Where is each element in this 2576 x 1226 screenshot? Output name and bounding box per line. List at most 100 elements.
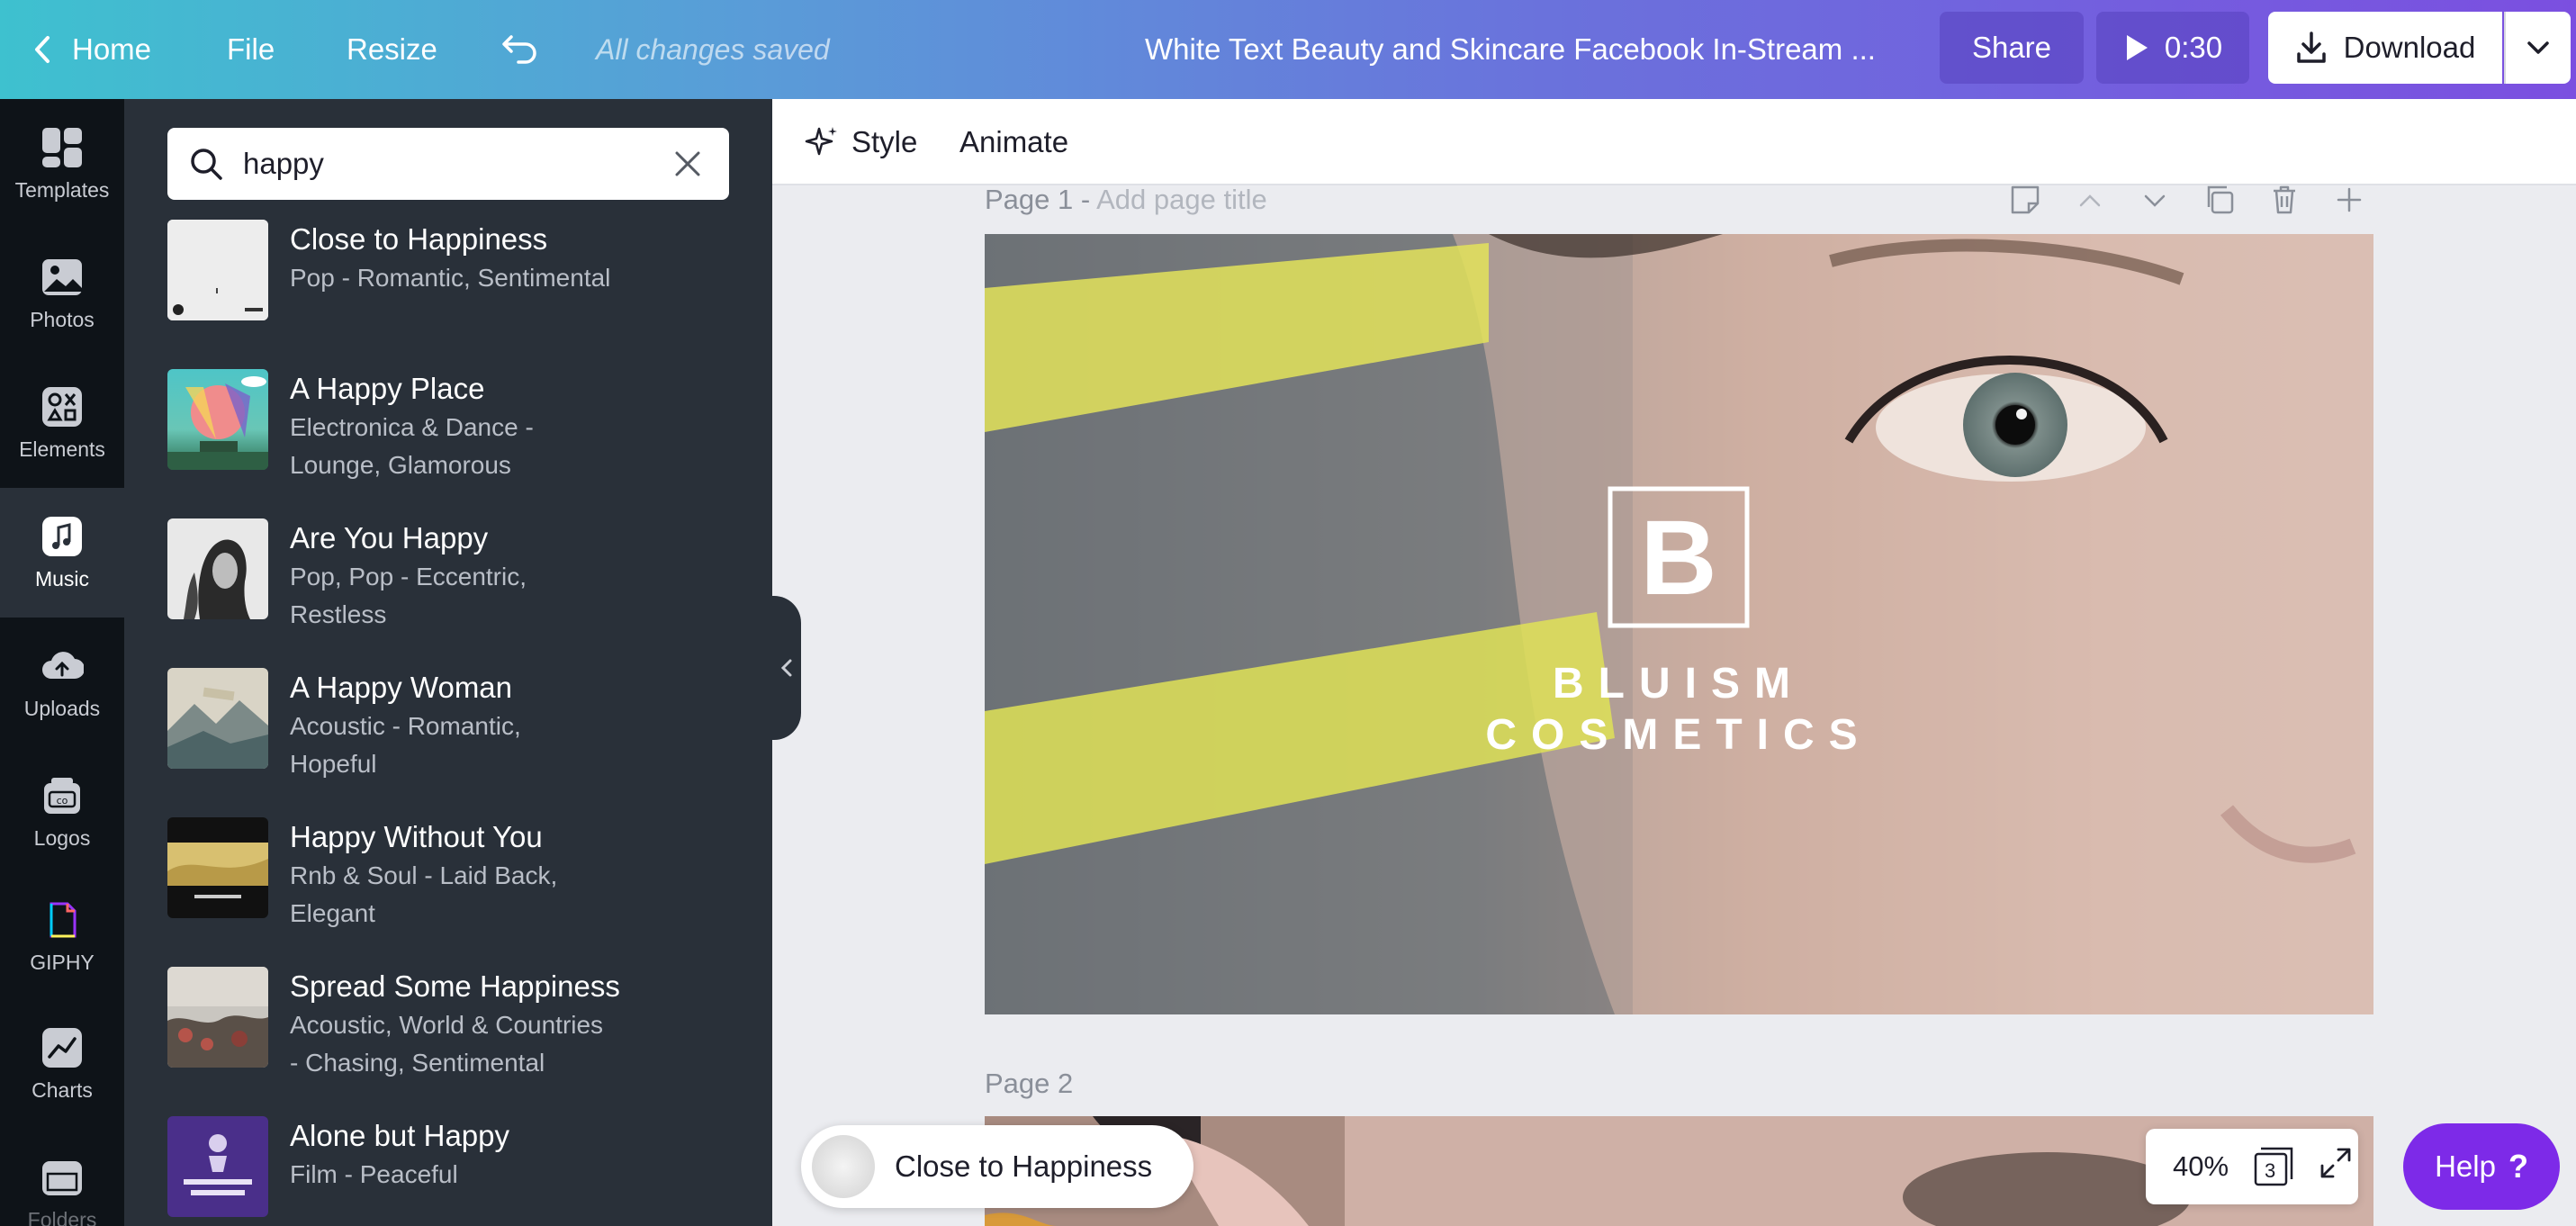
photos-icon: [41, 256, 84, 299]
album-thumbnail: [167, 369, 268, 470]
save-status: All changes saved: [596, 32, 830, 66]
music-track[interactable]: Happy Without You Rnb & Soul - Laid Back…: [167, 817, 725, 961]
page-1-canvas[interactable]: B BLUISM COSMETICS: [985, 234, 2373, 1014]
design-title[interactable]: White Text Beauty and Skincare Facebook …: [1145, 0, 1876, 99]
style-label: Style: [851, 125, 918, 158]
charts-icon: [41, 1026, 84, 1069]
collapse-panel-button[interactable]: [772, 596, 801, 740]
play-preview-button[interactable]: 0:30: [2096, 12, 2249, 84]
track-info: Are You Happy Pop, Pop - Eccentric, Rest…: [290, 518, 614, 663]
templates-icon: [41, 126, 84, 169]
track-info: Spread Some Happiness Acoustic, World & …: [290, 967, 620, 1111]
style-button[interactable]: Style: [805, 99, 917, 185]
rail-label: Photos: [30, 307, 95, 331]
rail-item-folders[interactable]: Folders: [0, 1129, 124, 1226]
expand-icon: [2320, 1148, 2351, 1178]
logos-icon: co: [41, 774, 84, 817]
add-page-icon[interactable]: [2333, 184, 2365, 216]
page-tools: [2009, 184, 2365, 220]
track-meta: Rnb & Soul - Laid Back, Elegant: [290, 861, 558, 927]
animate-button[interactable]: Animate: [959, 99, 1068, 185]
folders-icon: [41, 1156, 84, 1199]
music-track[interactable]: Close to Happiness Pop - Romantic, Senti…: [167, 220, 725, 364]
fullscreen-button[interactable]: [2319, 1146, 2353, 1187]
chevron-left-icon: [35, 36, 50, 63]
track-meta: Electronica & Dance - Lounge, Glamorous: [290, 413, 534, 479]
rail-item-photos[interactable]: Photos: [0, 229, 124, 358]
music-track[interactable]: A Happy Woman Acoustic - Romantic, Hopef…: [167, 668, 725, 812]
track-info: A Happy Woman Acoustic - Romantic, Hopef…: [290, 668, 614, 812]
move-down-icon[interactable]: [2139, 184, 2171, 216]
share-button[interactable]: Share: [1940, 12, 2084, 84]
music-icon: [41, 515, 84, 558]
home-button[interactable]: Home: [32, 0, 151, 99]
music-track[interactable]: Alone but Happy Film - Peaceful: [167, 1116, 725, 1226]
album-thumbnail: [167, 1116, 268, 1217]
duplicate-icon[interactable]: [2203, 184, 2236, 216]
help-label: Help: [2435, 1149, 2496, 1183]
music-panel: Close to Happiness Pop - Romantic, Senti…: [124, 99, 772, 1226]
file-menu-button[interactable]: File: [227, 0, 275, 99]
rail-item-elements[interactable]: Elements: [0, 358, 124, 488]
pages-grid-button[interactable]: 3: [2254, 1147, 2293, 1186]
side-navigation: Templates Photos Elements Music Uploads …: [0, 99, 124, 1226]
download-icon: [2296, 32, 2326, 63]
help-glyph: ?: [2508, 1148, 2528, 1185]
rail-label: Templates: [14, 177, 110, 202]
rail-item-music[interactable]: Music: [0, 488, 124, 618]
page-title-input[interactable]: Add page title: [1096, 184, 1267, 215]
giphy-icon: [41, 898, 84, 942]
play-duration: 0:30: [2164, 31, 2223, 64]
search-box: [167, 128, 729, 200]
music-track[interactable]: Are You Happy Pop, Pop - Eccentric, Rest…: [167, 518, 725, 663]
track-title: Close to Happiness: [290, 222, 548, 256]
album-disc-icon: [812, 1135, 875, 1198]
now-playing-pill[interactable]: Close to Happiness: [801, 1125, 1193, 1208]
rail-item-uploads[interactable]: Uploads: [0, 618, 124, 747]
rail-label: Logos: [33, 825, 91, 850]
brand-line-1: BLUISM: [1553, 660, 1805, 708]
undo-button[interactable]: [500, 0, 540, 99]
download-options-button[interactable]: [2504, 12, 2571, 84]
rail-item-giphy[interactable]: GIPHY: [0, 877, 124, 996]
trash-icon[interactable]: [2268, 184, 2301, 216]
track-info: A Happy Place Electronica & Dance - Loun…: [290, 369, 614, 513]
close-icon[interactable]: [671, 148, 704, 180]
page-count: 3: [2265, 1159, 2276, 1182]
music-track[interactable]: Spread Some Happiness Acoustic, World & …: [167, 967, 725, 1111]
rail-item-logos[interactable]: co Logos: [0, 747, 124, 877]
logo-letter: B: [1640, 499, 1716, 618]
rail-label: Music: [34, 566, 90, 590]
rail-label: Charts: [32, 1077, 93, 1102]
page-1-header: Page 1 - Add page title: [985, 184, 1267, 216]
track-info: Close to Happiness Pop - Romantic, Senti…: [290, 220, 610, 364]
move-up-icon[interactable]: [2074, 184, 2106, 216]
help-button[interactable]: Help ?: [2403, 1123, 2560, 1210]
music-track[interactable]: A Happy Place Electronica & Dance - Loun…: [167, 369, 725, 513]
editor-toolbar: Style Animate: [772, 99, 2576, 185]
top-bar: Home File Resize All changes saved White…: [0, 0, 2576, 99]
track-title: A Happy Woman: [290, 671, 513, 704]
rail-label: Elements: [19, 437, 105, 461]
note-icon[interactable]: [2009, 184, 2041, 216]
chevron-down-icon: [2527, 41, 2549, 54]
svg-text:co: co: [57, 795, 68, 807]
track-info: Happy Without You Rnb & Soul - Laid Back…: [290, 817, 614, 961]
home-label: Home: [72, 32, 152, 66]
page-1-label: Page 1 -: [985, 184, 1091, 215]
zoom-controls: 40% 3: [2146, 1129, 2358, 1204]
track-title: A Happy Place: [290, 372, 485, 405]
play-icon: [2126, 35, 2148, 60]
album-thumbnail: [167, 220, 268, 320]
zoom-level[interactable]: 40%: [2173, 1150, 2229, 1183]
rail-item-charts[interactable]: Charts: [0, 999, 124, 1129]
search-input[interactable]: [243, 147, 639, 181]
track-meta: Acoustic, World & Countries - Chasing, S…: [290, 1011, 604, 1077]
now-playing-title: Close to Happiness: [895, 1149, 1153, 1183]
download-button[interactable]: Download: [2268, 12, 2502, 84]
track-meta: Film - Peaceful: [290, 1160, 458, 1188]
track-title: Happy Without You: [290, 820, 543, 853]
page-2-label: Page 2: [985, 1068, 1074, 1099]
resize-button[interactable]: Resize: [347, 0, 437, 99]
rail-item-templates[interactable]: Templates: [0, 99, 124, 229]
